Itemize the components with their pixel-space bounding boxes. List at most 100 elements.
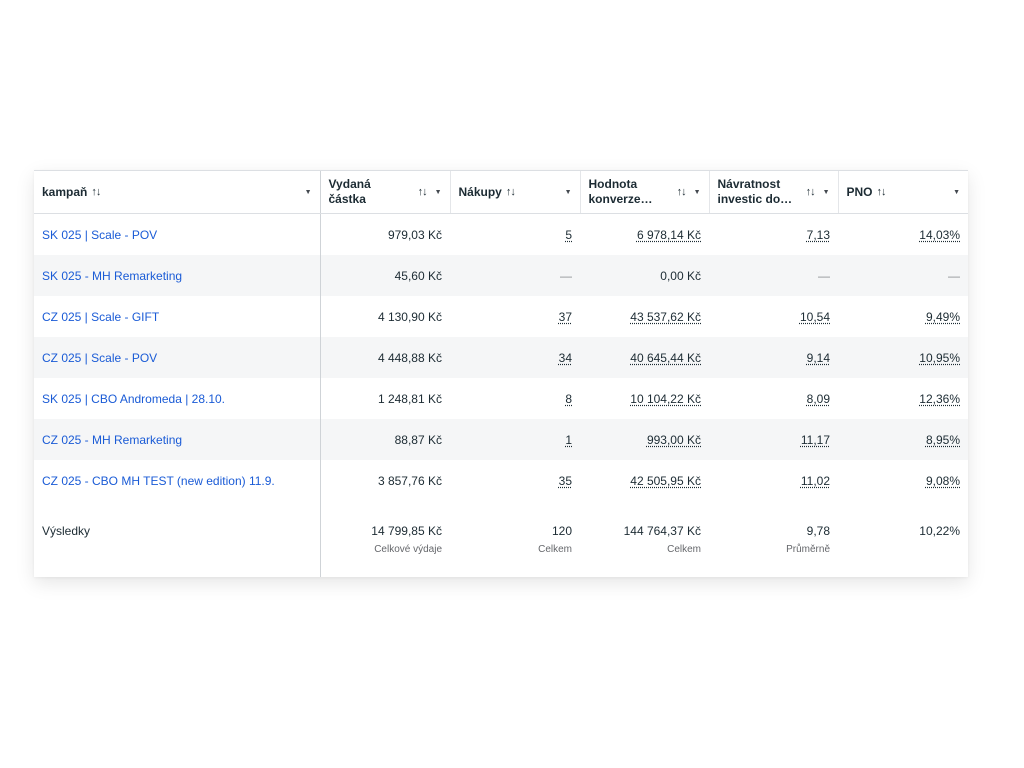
totals-purchases: 120 <box>551 524 572 538</box>
campaign-name-cell[interactable]: CZ 025 | Scale - GIFT <box>34 296 321 337</box>
totals-roas-caption: Průměrně <box>786 544 830 555</box>
conversion-value-cell: 0,00 Kč <box>580 255 709 296</box>
dropdown-caret-icon[interactable]: ▼ <box>953 189 960 196</box>
column-header-label: Vydaná částka <box>328 177 371 206</box>
totals-value-caption: Celkem <box>667 544 701 555</box>
purchases-cell[interactable]: 34 <box>450 337 580 378</box>
campaign-name-cell[interactable]: SK 025 | CBO Andromeda | 28.10. <box>34 378 321 419</box>
campaign-name-cell[interactable]: CZ 025 - MH Remarketing <box>34 419 321 460</box>
spent-cell: 45,60 Kč <box>320 255 450 296</box>
roas-cell[interactable]: 11,02 <box>709 460 838 501</box>
conversion-value-cell[interactable]: 993,00 Kč <box>580 419 709 460</box>
roas-cell[interactable]: 8,09 <box>709 378 838 419</box>
dropdown-caret-icon[interactable]: ▼ <box>823 189 830 196</box>
table-row: CZ 025 - CBO MH TEST (new edition) 11.9.… <box>34 460 968 501</box>
conversion-value-cell[interactable]: 43 537,62 Kč <box>580 296 709 337</box>
table-spacer-row <box>34 501 968 512</box>
campaign-link[interactable]: CZ 025 - CBO MH TEST (new edition) 11.9. <box>42 474 275 488</box>
pno-cell: — <box>838 255 968 296</box>
dropdown-caret-icon[interactable]: ▼ <box>305 189 312 196</box>
campaign-link[interactable]: SK 025 - MH Remarketing <box>42 269 182 283</box>
campaign-link[interactable]: SK 025 | CBO Andromeda | 28.10. <box>42 392 225 406</box>
spent-cell: 88,87 Kč <box>320 419 450 460</box>
conversion-value-cell[interactable]: 10 104,22 Kč <box>580 378 709 419</box>
pno-cell[interactable]: 9,49% <box>838 296 968 337</box>
sort-arrows-icon[interactable]: ↑↓ <box>877 186 887 198</box>
sort-arrows-icon[interactable]: ↑↓ <box>91 186 101 198</box>
pno-cell[interactable]: 14,03% <box>838 214 968 256</box>
spent-cell: 4 130,90 Kč <box>377 309 442 324</box>
campaign-link[interactable]: CZ 025 | Scale - GIFT <box>42 310 159 324</box>
campaign-report-table-card: kampaň ↑↓ ▼ Vydaná částka ↑↓ ▼ Nákupy ↑↓… <box>34 170 968 577</box>
column-header-label: PNO <box>846 184 873 199</box>
sort-arrows-icon[interactable]: ↑↓ <box>806 186 816 198</box>
dropdown-caret-icon[interactable]: ▼ <box>435 189 442 196</box>
totals-value-cell: 144 764,37 Kč Celkem <box>580 511 709 577</box>
pno-cell[interactable]: 8,95% <box>838 419 968 460</box>
column-header-purchases[interactable]: Nákupy ↑↓ ▼ <box>450 171 581 214</box>
roas-cell[interactable]: 10,54 <box>709 296 838 337</box>
column-header-conversion-value[interactable]: Hodnota konverze… ↑↓ ▼ <box>580 171 710 214</box>
column-header-label: Nákupy <box>458 184 502 199</box>
table-row: CZ 025 - MH Remarketing 88,87 Kč 1 993,0… <box>34 419 968 460</box>
table-row: CZ 025 | Scale - POV 4 448,88 Kč 34 40 6… <box>34 337 968 378</box>
totals-pno: 10,22% <box>919 524 960 538</box>
column-header-pno[interactable]: PNO ↑↓ ▼ <box>838 171 968 214</box>
table-row: SK 025 - MH Remarketing 45,60 Kč — 0,00 … <box>34 255 968 296</box>
purchases-cell[interactable]: 8 <box>450 378 580 419</box>
table-header: kampaň ↑↓ ▼ Vydaná částka ↑↓ ▼ Nákupy ↑↓… <box>34 171 968 214</box>
spent-cell: 3 857,76 Kč <box>377 473 442 488</box>
dropdown-caret-icon[interactable]: ▼ <box>694 189 701 196</box>
conversion-value-cell[interactable]: 40 645,44 Kč <box>580 337 709 378</box>
column-header-label: kampaň <box>42 184 88 199</box>
purchases-cell[interactable]: 1 <box>450 419 580 460</box>
conversion-value-cell[interactable]: 6 978,14 Kč <box>580 214 709 256</box>
column-header-roas[interactable]: Návratnost investic do… ↑↓ ▼ <box>709 171 839 214</box>
purchases-cell[interactable]: 5 <box>450 214 580 256</box>
spent-cell: 979,03 Kč <box>387 227 442 242</box>
totals-label: Výsledky <box>34 511 321 577</box>
campaign-link[interactable]: CZ 025 - MH Remarketing <box>42 433 182 447</box>
totals-purchases-caption: Celkem <box>538 544 572 555</box>
spent-cell: 1 248,81 Kč <box>377 391 442 406</box>
totals-pno-cell: 10,22% <box>838 511 968 577</box>
campaign-link[interactable]: SK 025 | Scale - POV <box>42 228 157 242</box>
column-header-label: Návratnost investic do… <box>717 177 793 206</box>
roas-cell[interactable]: 7,13 <box>709 214 838 256</box>
purchases-cell[interactable]: 35 <box>450 460 580 501</box>
totals-roas-cell: 9,78 Průměrně <box>709 511 838 577</box>
totals-spent-cell: 14 799,85 Kč Celkové výdaje <box>320 511 450 577</box>
roas-cell: — <box>709 255 838 296</box>
totals-spent: 14 799,85 Kč <box>371 524 442 538</box>
column-header-campaign[interactable]: kampaň ↑↓ ▼ <box>34 171 321 214</box>
pno-cell[interactable]: 12,36% <box>838 378 968 419</box>
roas-cell[interactable]: 11,17 <box>709 419 838 460</box>
dropdown-caret-icon[interactable]: ▼ <box>565 189 572 196</box>
totals-row: Výsledky 14 799,85 Kč Celkové výdaje 120… <box>34 511 968 577</box>
campaign-name-cell[interactable]: CZ 025 | Scale - POV <box>34 337 321 378</box>
table-row: SK 025 | Scale - POV 979,03 Kč 5 6 978,1… <box>34 213 968 256</box>
table-row: CZ 025 | Scale - GIFT 4 130,90 Kč 37 43 … <box>34 296 968 337</box>
roas-cell[interactable]: 9,14 <box>709 337 838 378</box>
sort-arrows-icon[interactable]: ↑↓ <box>506 186 516 198</box>
pno-cell[interactable]: 9,08% <box>838 460 968 501</box>
column-header-spent[interactable]: Vydaná částka ↑↓ ▼ <box>320 171 451 214</box>
totals-purchases-cell: 120 Celkem <box>450 511 580 577</box>
pno-cell[interactable]: 10,95% <box>838 337 968 378</box>
campaign-report-table: kampaň ↑↓ ▼ Vydaná částka ↑↓ ▼ Nákupy ↑↓… <box>34 171 968 577</box>
campaign-name-cell[interactable]: SK 025 - MH Remarketing <box>34 255 321 296</box>
sort-arrows-icon[interactable]: ↑↓ <box>418 186 428 198</box>
conversion-value-cell[interactable]: 42 505,95 Kč <box>580 460 709 501</box>
campaign-name-cell[interactable]: CZ 025 - CBO MH TEST (new edition) 11.9. <box>34 460 321 501</box>
totals-spent-caption: Celkové výdaje <box>374 544 442 555</box>
totals-roas: 9,78 <box>806 524 830 538</box>
purchases-cell: — <box>450 255 580 296</box>
purchases-cell[interactable]: 37 <box>450 296 580 337</box>
campaign-name-cell[interactable]: SK 025 | Scale - POV <box>34 213 321 255</box>
totals-value: 144 764,37 Kč <box>623 524 701 538</box>
campaign-link[interactable]: CZ 025 | Scale - POV <box>42 351 157 365</box>
sort-arrows-icon[interactable]: ↑↓ <box>677 186 687 198</box>
column-header-label: Hodnota konverze… <box>588 177 653 206</box>
spent-cell: 4 448,88 Kč <box>320 337 450 378</box>
table-row: SK 025 | CBO Andromeda | 28.10. 1 248,81… <box>34 378 968 419</box>
